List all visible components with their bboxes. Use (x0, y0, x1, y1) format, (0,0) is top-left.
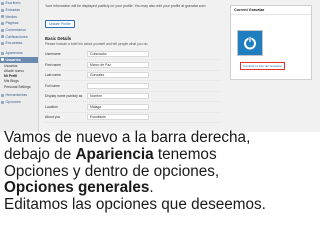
last-name-field[interactable]: González (87, 72, 149, 79)
sidebar-item-dashboard[interactable]: Escritorio (0, 0, 38, 7)
power-icon (244, 36, 256, 50)
sidebar-item-label: Páginas (5, 21, 19, 26)
sidebar-item-label: Encuestas (5, 41, 23, 46)
dashboard-icon (1, 1, 4, 5)
sidebar-subitem-personal-settings[interactable]: Personal Settings (0, 84, 38, 89)
sidebar-item-label: Comentarios (5, 28, 26, 33)
admin-sidebar: Escritorio Entradas Medios Páginas Comen… (0, 0, 39, 132)
sidebar-item-label: Usuarios (4, 63, 18, 68)
form-row: Username Colaorador (45, 50, 220, 61)
sidebar-item-appearance[interactable]: Apariencia (0, 50, 38, 57)
sidebar-item-media[interactable]: Medios (0, 13, 38, 20)
field-label: Display name publicly as (45, 94, 83, 99)
avatar (237, 30, 263, 56)
caption-line: debajo de Apariencia tenemos (4, 145, 318, 164)
profile-intro: Your information will be displayed publi… (45, 4, 207, 8)
section-title: Basic Details (45, 36, 72, 41)
form-row: Display name publicly as Nombre (45, 92, 220, 103)
sidebar-item-tools[interactable]: Herramientas (0, 92, 38, 99)
profile-form: Username Colaorador First name Marco de … (45, 50, 220, 124)
wrench-icon (1, 93, 4, 97)
update-profile-button[interactable]: Update Profile (45, 20, 75, 28)
form-row: About you Estudiante (45, 113, 220, 124)
sidebar-item-label: Mis Blogs (4, 79, 19, 84)
sidebar-item-pages[interactable]: Páginas (0, 20, 38, 27)
comment-icon (1, 28, 4, 32)
caption-line: Editamos las opciones que deseemos. (4, 196, 266, 214)
sidebar-item-label: Escritorio (5, 1, 21, 6)
sidebar-item-label: Opciones (5, 100, 21, 105)
user-icon (1, 58, 4, 62)
sidebar-item-comments[interactable]: Comentarios (0, 27, 38, 34)
form-row: Full name (45, 81, 220, 92)
field-label: Username (45, 52, 61, 57)
sidebar-item-label: Calificaciones (5, 34, 28, 39)
gravatar-panel: Current Gravatar Cambiar la foto del Gra… (230, 5, 312, 80)
caption-keyword: Apariencia (75, 145, 154, 163)
form-row: First name Marco de Paz (45, 60, 220, 71)
full-name-field[interactable] (87, 82, 149, 89)
caption-line: Opciones generales. (4, 179, 318, 197)
about-you-field[interactable]: Estudiante (87, 114, 149, 121)
field-label: Location (45, 104, 58, 109)
poll-icon (1, 41, 4, 45)
username-field[interactable]: Colaorador (87, 51, 149, 58)
brush-icon (1, 51, 4, 55)
section-note: Please include a brief bio about yoursel… (45, 42, 149, 46)
field-label: Last name (45, 73, 61, 78)
caption-text: tenemos (153, 145, 217, 163)
page-icon (1, 21, 4, 25)
panel-title: Current Gravatar (231, 6, 311, 15)
sidebar-item-label: Mi Perfil (4, 74, 18, 79)
sidebar-item-label: Medios (5, 14, 18, 19)
sidebar-item-settings[interactable]: Opciones (0, 99, 38, 106)
location-field[interactable]: Málaga (87, 103, 149, 110)
sidebar-item-users[interactable]: Usuarios (0, 56, 38, 64)
profile-main: Your information will be displayed publi… (40, 0, 224, 132)
caption-line: Vamos de nuevo a la barra derecha, (4, 129, 251, 146)
sidebar-item-label: Personal Settings (4, 84, 31, 89)
field-label: About you (45, 115, 61, 120)
caption-text: . (149, 179, 154, 197)
sidebar-item-posts[interactable]: Entradas (0, 7, 38, 14)
form-row: Location Málaga (45, 102, 220, 113)
sidebar-item-label: Entradas (5, 8, 20, 13)
screenshot: Escritorio Entradas Medios Páginas Comen… (0, 0, 320, 132)
star-icon (1, 35, 4, 39)
pin-icon (1, 8, 4, 12)
sidebar-item-polls[interactable]: Encuestas (0, 40, 38, 47)
settings-icon (1, 100, 4, 104)
sidebar-item-label: Apariencia (5, 51, 23, 56)
sidebar-item-ratings[interactable]: Calificaciones (0, 33, 38, 40)
caption-line: Opciones y dentro de opciones, (4, 162, 220, 180)
field-label: First name (45, 62, 62, 67)
sidebar-item-label: Herramientas (5, 93, 28, 98)
change-gravatar-button[interactable]: Cambiar la foto del Gravatar (240, 62, 285, 70)
media-icon (1, 15, 4, 19)
display-name-select[interactable]: Nombre (87, 93, 149, 100)
form-row: Last name González (45, 71, 220, 82)
field-label: Full name (45, 83, 60, 88)
sidebar-item-label: Añadir nuevo (4, 68, 24, 73)
caption-text: debajo de (4, 145, 76, 163)
first-name-field[interactable]: Marco de Paz (87, 61, 149, 68)
sidebar-item-label: Usuarios (5, 57, 21, 62)
caption-keyword: Opciones generales (4, 179, 150, 197)
slide-caption: Vamos de nuevo a la barra derecha, debaj… (4, 129, 318, 214)
